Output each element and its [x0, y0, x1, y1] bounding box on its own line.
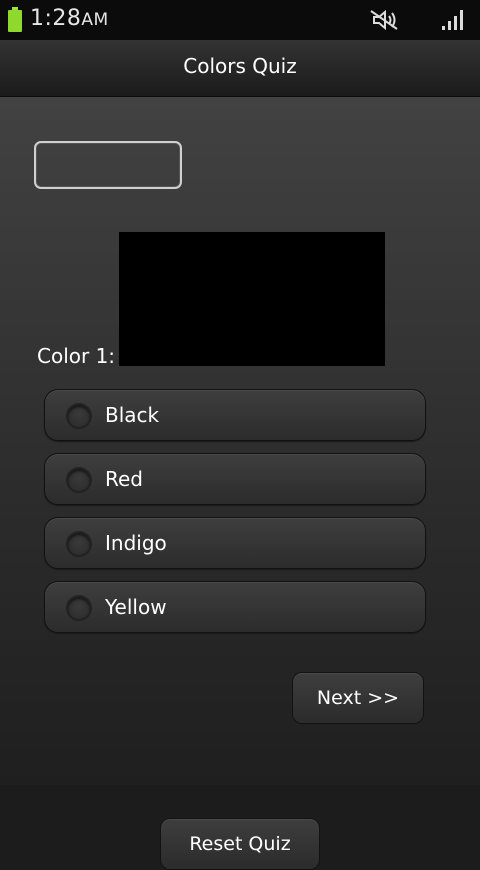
option-label: Indigo [105, 531, 167, 555]
radio-icon[interactable] [66, 531, 92, 557]
battery-icon [8, 7, 22, 32]
next-button[interactable]: Next >> [292, 672, 424, 724]
option-label: Red [105, 467, 143, 491]
reset-quiz-button[interactable]: Reset Quiz [160, 818, 320, 870]
option-indigo[interactable]: Indigo [44, 517, 426, 569]
page-title: Colors Quiz [183, 54, 297, 78]
radio-icon[interactable] [66, 403, 92, 429]
mute-icon [370, 9, 398, 31]
option-red[interactable]: Red [44, 453, 426, 505]
clock-ampm: AM [81, 10, 109, 30]
signal-icon [442, 10, 463, 30]
radio-icon[interactable] [66, 467, 92, 493]
option-yellow[interactable]: Yellow [44, 581, 426, 633]
title-bar: Colors Quiz [0, 40, 480, 97]
status-bar: 1:28AM [0, 0, 480, 40]
clock-time: 1:28 [30, 6, 82, 31]
radio-icon[interactable] [66, 595, 92, 621]
option-black[interactable]: Black [44, 389, 426, 441]
status-clock: 1:28AM [30, 6, 109, 31]
color-label: Color 1: [37, 344, 116, 368]
option-label: Yellow [105, 595, 167, 619]
answer-field[interactable] [34, 141, 182, 189]
color-swatch [119, 232, 385, 366]
option-label: Black [105, 403, 160, 427]
